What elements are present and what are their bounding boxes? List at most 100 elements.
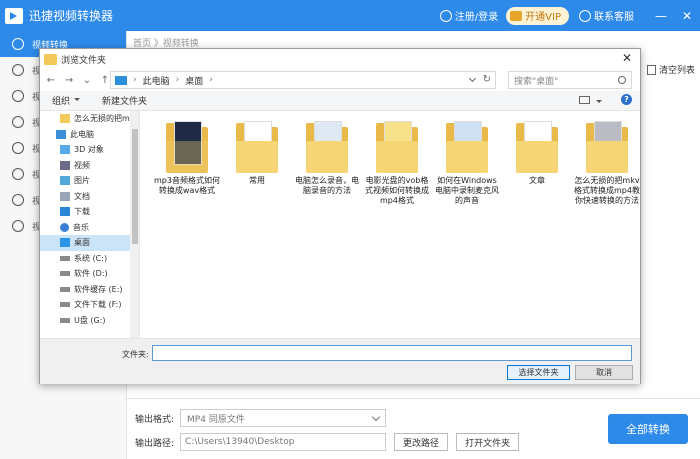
view-dropdown-icon[interactable] <box>596 100 602 103</box>
folder-icon <box>446 121 488 173</box>
tree-item-drive-e[interactable]: 软件缓存 (E:) <box>40 282 139 298</box>
video-edit-icon <box>12 142 24 154</box>
new-folder-button[interactable]: 新建文件夹 <box>102 94 147 107</box>
login-link[interactable]: 注册/登录 <box>439 8 499 23</box>
search-input[interactable]: 搜索"桌面" <box>508 71 632 89</box>
tree-item-label: U盘 (G:) <box>74 315 106 325</box>
browse-folder-dialog: 浏览文件夹 ✕ ← → ⌄ ↑ › 此电脑 › 桌面 › ↻ 搜索"桌面" 组织… <box>39 48 641 384</box>
tree-item-drive-f[interactable]: 文件下载 (F:) <box>40 297 139 313</box>
folder-icon <box>516 121 558 173</box>
tree-item-label: 文档 <box>74 191 90 201</box>
video-image-icon <box>12 168 24 180</box>
login-label: 注册/登录 <box>454 12 499 23</box>
dialog-title: 浏览文件夹 <box>61 55 107 66</box>
dialog-footer: 文件夹: 选择文件夹 取消 <box>40 338 640 384</box>
tree-item-pictures[interactable]: 图片 <box>40 173 139 189</box>
user-icon <box>439 9 452 22</box>
tree-item-label: 下载 <box>74 207 90 217</box>
tree-scrollbar-thumb[interactable] <box>132 129 138 244</box>
file-item[interactable]: 文章 <box>504 121 570 186</box>
help-icon[interactable]: ? <box>621 94 632 105</box>
download-icon <box>60 207 70 217</box>
output-path-value: C:\Users\13940\Desktop <box>185 437 295 447</box>
tree-item-label: 软件 (D:) <box>74 269 108 279</box>
tree-item-documents[interactable]: 文档 <box>40 189 139 205</box>
music-note-icon <box>60 222 69 232</box>
view-icon[interactable] <box>579 96 590 104</box>
open-folder-button[interactable]: 打开文件夹 <box>456 433 520 451</box>
file-item[interactable]: 电影光盘的vob格式视频如何转换成mp4格式 <box>364 121 430 206</box>
tree-item-label: 此电脑 <box>70 129 94 139</box>
output-format-value: MP4 同原文件 <box>187 414 245 425</box>
tree-item-label: 视频 <box>74 160 90 170</box>
drive-icon <box>60 286 70 292</box>
recent-dropdown-button[interactable]: ⌄ <box>80 75 94 86</box>
tree-item-drive-c[interactable]: 系统 (C:) <box>40 251 139 267</box>
video-audio-icon <box>12 194 24 206</box>
address-bar[interactable]: › 此电脑 › 桌面 › ↻ <box>110 71 496 89</box>
select-folder-button[interactable]: 选择文件夹 <box>507 365 570 380</box>
tree-item-desktop[interactable]: 桌面 <box>40 235 139 251</box>
tree-item-3d-objects[interactable]: 3D 对象 <box>40 142 139 158</box>
drive-icon <box>60 302 70 308</box>
tree-item-label: 音乐 <box>73 222 89 232</box>
change-path-button[interactable]: 更改路径 <box>394 433 449 451</box>
file-item[interactable]: 电脑怎么录音，电脑录音的方法 <box>294 121 360 196</box>
app-logo-icon <box>5 7 23 24</box>
dialog-close-button[interactable]: ✕ <box>622 51 632 65</box>
tree-scrollbar[interactable] <box>130 111 139 338</box>
dialog-navbar: ← → ⌄ ↑ › 此电脑 › 桌面 › ↻ 搜索"桌面" <box>40 69 640 91</box>
video-convert-icon <box>12 38 24 50</box>
forward-button[interactable]: → <box>62 75 76 86</box>
convert-all-button[interactable]: 全部转换 <box>608 414 688 444</box>
file-item[interactable]: 如何在Windows电脑中录制麦克风的声音 <box>434 121 500 206</box>
folder-icon <box>376 121 418 173</box>
refresh-icon[interactable]: ↻ <box>483 74 491 85</box>
vip-button[interactable]: 开通VIP <box>506 6 569 25</box>
desktop-icon <box>60 238 70 248</box>
computer-icon <box>115 75 127 85</box>
clear-list-label: 清空列表 <box>658 66 695 76</box>
tree-item-label: 桌面 <box>74 238 90 248</box>
chevron-right-icon: › <box>209 75 213 85</box>
organize-menu[interactable]: 组织 <box>52 94 81 107</box>
file-item[interactable]: 常用 <box>224 121 290 186</box>
video-merge-icon <box>12 90 24 102</box>
app-titlebar: 迅捷视频转换器 注册/登录 开通VIP 联系客服 — ✕ <box>0 0 700 31</box>
file-name: 电脑怎么录音，电脑录音的方法 <box>295 176 359 195</box>
back-button[interactable]: ← <box>44 75 58 86</box>
tree-item-drive-g[interactable]: U盘 (G:) <box>40 313 139 329</box>
vip-label: 开通VIP <box>525 12 561 23</box>
tree-item-drive-d[interactable]: 软件 (D:) <box>40 266 139 282</box>
clear-list-button[interactable]: 清空列表 <box>646 63 695 76</box>
output-format-select[interactable]: MP4 同原文件 <box>180 409 387 427</box>
search-placeholder: 搜索"桌面" <box>514 76 559 87</box>
file-name: 怎么无损的把mkv格式转换成mp4教你快速转换的方法 <box>574 176 640 205</box>
folder-icon <box>60 114 70 124</box>
folder-icon <box>586 121 628 173</box>
output-path-field[interactable]: C:\Users\13940\Desktop <box>180 433 387 451</box>
tree-item-this-pc[interactable]: 此电脑 <box>40 127 139 143</box>
file-item[interactable]: 怎么无损的把mkv格式转换成mp4教你快速转换的方法 <box>574 121 640 206</box>
address-segment-desktop[interactable]: 桌面 <box>185 74 203 87</box>
tree-item-music[interactable]: 音乐 <box>40 220 139 236</box>
file-item[interactable]: mp3音频格式如何转换成wav格式 <box>154 121 220 196</box>
minimize-button[interactable]: — <box>648 9 674 23</box>
close-button[interactable]: ✕ <box>674 9 700 23</box>
tree-item-downloads[interactable]: 下载 <box>40 204 139 220</box>
cube-icon <box>60 145 70 155</box>
chat-icon <box>579 9 591 22</box>
file-name: mp3音频格式如何转换成wav格式 <box>154 176 220 195</box>
tree-item-videos[interactable]: 视频 <box>40 158 139 174</box>
drive-icon <box>60 271 70 277</box>
contact-service-link[interactable]: 联系客服 <box>579 8 634 23</box>
computer-icon <box>56 129 66 139</box>
folder-name-input[interactable] <box>152 345 632 361</box>
address-segment-pc[interactable]: 此电脑 <box>143 74 170 87</box>
cancel-button[interactable]: 取消 <box>575 365 633 380</box>
output-path-label: 输出路径: <box>135 438 175 449</box>
trash-icon <box>646 64 656 75</box>
chevron-down-icon[interactable] <box>468 74 477 83</box>
video-compress-icon <box>12 116 24 128</box>
tree-item-folder[interactable]: 怎么无损的把ml <box>40 111 139 127</box>
